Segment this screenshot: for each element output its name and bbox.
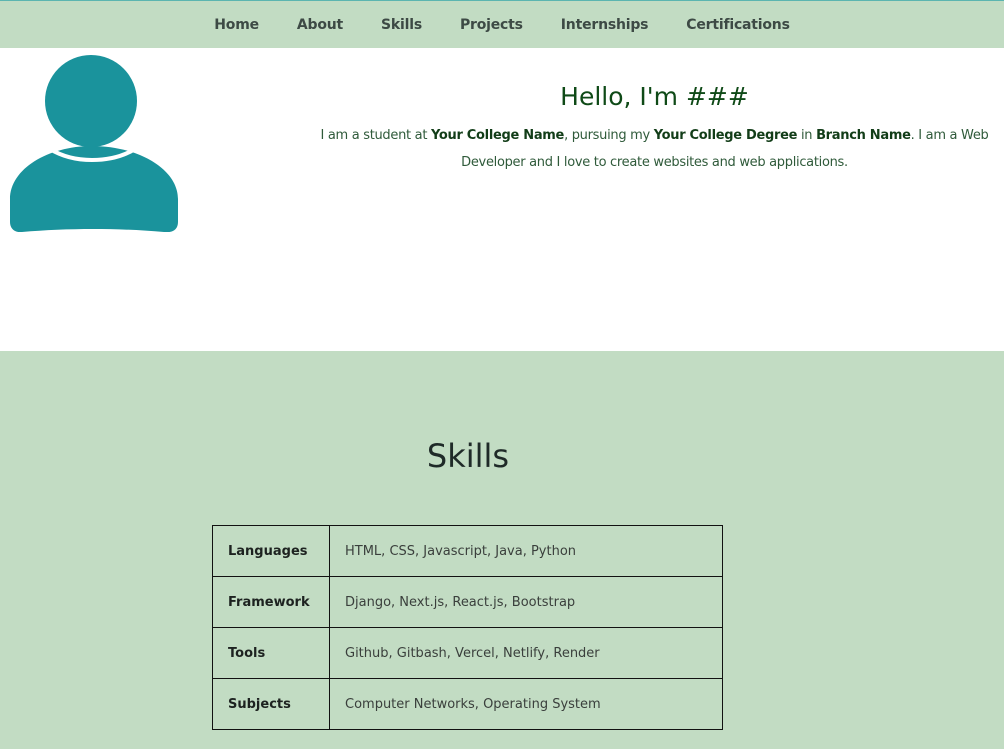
skills-table: Languages HTML, CSS, Javascript, Java, P… bbox=[212, 525, 723, 730]
hero-section: Hello, I'm ### I am a student at Your Co… bbox=[0, 48, 1004, 351]
skill-category: Tools bbox=[212, 627, 330, 679]
college-name: Your College Name bbox=[430, 128, 565, 143]
nav-link-skills[interactable]: Skills bbox=[362, 17, 441, 33]
skill-category: Framework bbox=[212, 576, 330, 628]
nav-link-projects[interactable]: Projects bbox=[441, 17, 542, 33]
college-degree: Your College Degree bbox=[653, 128, 798, 143]
skill-items: Django, Next.js, React.js, Bootstrap bbox=[329, 576, 723, 628]
avatar-head bbox=[45, 55, 137, 147]
skills-section: Skills Languages HTML, CSS, Javascript, … bbox=[0, 351, 1004, 749]
desc-text-1: I am a student at bbox=[320, 128, 431, 143]
branch-name: Branch Name bbox=[816, 128, 911, 143]
table-row: Languages HTML, CSS, Javascript, Java, P… bbox=[212, 525, 723, 577]
table-row: Framework Django, Next.js, React.js, Boo… bbox=[212, 576, 723, 628]
top-navbar: Home About Skills Projects Internships C… bbox=[0, 0, 1004, 48]
user-avatar-icon bbox=[10, 55, 178, 232]
hero-description: I am a student at Your College Name, pur… bbox=[305, 122, 1004, 176]
skill-category: Languages bbox=[212, 525, 330, 577]
nav-link-home[interactable]: Home bbox=[195, 17, 278, 33]
nav-link-about[interactable]: About bbox=[278, 17, 362, 33]
nav-link-internships[interactable]: Internships bbox=[542, 17, 668, 33]
skill-items: HTML, CSS, Javascript, Java, Python bbox=[329, 525, 723, 577]
desc-text-2: , pursuing my bbox=[564, 128, 654, 143]
skill-category: Subjects bbox=[212, 678, 330, 730]
skills-title: Skills bbox=[426, 437, 510, 475]
hero-title: Hello, I'm ### bbox=[560, 82, 749, 111]
table-row: Tools Github, Gitbash, Vercel, Netlify, … bbox=[212, 627, 723, 679]
nav-link-certifications[interactable]: Certifications bbox=[667, 17, 808, 33]
skill-items: Github, Gitbash, Vercel, Netlify, Render bbox=[329, 627, 723, 679]
hero-intro: Hello, I'm ### I am a student at Your Co… bbox=[305, 82, 1004, 176]
skill-items: Computer Networks, Operating System bbox=[329, 678, 723, 730]
table-row: Subjects Computer Networks, Operating Sy… bbox=[212, 678, 723, 730]
desc-text-3: in bbox=[797, 128, 817, 143]
